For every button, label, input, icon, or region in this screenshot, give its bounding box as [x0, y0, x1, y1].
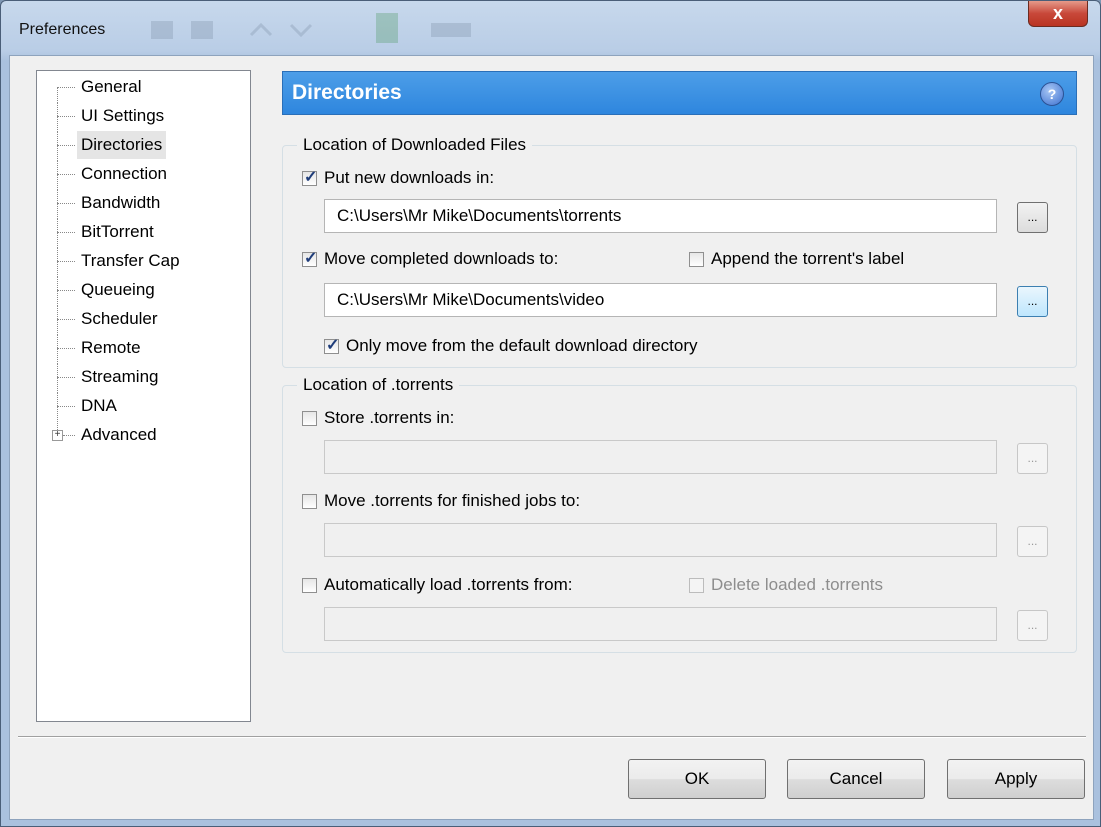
- browse-button[interactable]: ...: [1017, 610, 1048, 641]
- close-icon: x: [1052, 3, 1063, 23]
- checkbox-box[interactable]: [689, 577, 704, 593]
- settings-tree[interactable]: General UI Settings Directories Connecti…: [36, 70, 251, 722]
- tree-item-label: Remote: [81, 338, 141, 357]
- checkbox-label: Automatically load .torrents from:: [324, 575, 573, 594]
- footer-divider: [18, 736, 1086, 738]
- checkbox-box[interactable]: [324, 335, 339, 355]
- tree-item-label: Connection: [81, 164, 168, 183]
- browse-button[interactable]: ...: [1017, 443, 1048, 474]
- dialog-body: General UI Settings Directories Connecti…: [9, 55, 1094, 820]
- checkbox-label: Put new downloads in:: [324, 168, 495, 187]
- tree-item-label: Transfer Cap: [81, 251, 180, 270]
- checkbox-box[interactable]: [302, 410, 317, 426]
- ok-button[interactable]: OK: [628, 759, 766, 799]
- tree-item-label: UI Settings: [81, 106, 165, 125]
- delete-loaded-torrents-checkbox[interactable]: Delete loaded .torrents: [689, 573, 883, 597]
- tree-item-label: Advanced: [81, 425, 157, 444]
- checkbox-label: Append the torrent's label: [711, 249, 905, 268]
- checkbox-box[interactable]: [302, 577, 317, 593]
- checkbox-box[interactable]: [689, 251, 704, 267]
- cancel-button[interactable]: Cancel: [787, 759, 925, 799]
- tree-item-label: Streaming: [81, 367, 159, 386]
- checkbox-label: Delete loaded .torrents: [711, 575, 883, 594]
- auto-load-torrents-checkbox[interactable]: Automatically load .torrents from:: [302, 573, 572, 597]
- tree-item-label: DNA: [81, 396, 117, 415]
- browse-button[interactable]: ...: [1017, 202, 1048, 233]
- only-move-default-checkbox[interactable]: Only move from the default download dire…: [324, 334, 698, 358]
- put-new-downloads-path-field[interactable]: C:\Users\Mr Mike\Documents\torrents: [324, 199, 997, 233]
- group-title: Location of Downloaded Files: [297, 135, 533, 155]
- browse-button[interactable]: ...: [1017, 526, 1048, 557]
- group-title: Location of .torrents: [297, 375, 460, 395]
- tree-item-label: Directories: [77, 131, 167, 159]
- tree-item-label: Bandwidth: [81, 193, 161, 212]
- move-completed-checkbox[interactable]: Move completed downloads to:: [302, 247, 558, 271]
- window-title: Preferences: [19, 21, 106, 38]
- move-completed-path-field[interactable]: C:\Users\Mr Mike\Documents\video: [324, 283, 997, 317]
- store-torrents-path-field[interactable]: [324, 440, 997, 474]
- preferences-window: Preferences x General UI Settings Direct…: [0, 0, 1101, 827]
- background-toolbar-icons: [151, 13, 471, 43]
- apply-button[interactable]: Apply: [947, 759, 1085, 799]
- checkbox-label: Move completed downloads to:: [324, 249, 559, 268]
- tree-item-label: BitTorrent: [81, 222, 154, 241]
- checkbox-label: Store .torrents in:: [324, 408, 455, 427]
- page-title: Directories: [292, 81, 402, 104]
- close-button[interactable]: x: [1028, 1, 1088, 27]
- title-bar[interactable]: Preferences x: [1, 1, 1100, 61]
- checkbox-box[interactable]: [302, 493, 317, 509]
- auto-load-path-field[interactable]: [324, 607, 997, 641]
- checkbox-label: Move .torrents for finished jobs to:: [324, 491, 581, 510]
- help-icon[interactable]: ?: [1040, 82, 1064, 106]
- tree-item-label: Scheduler: [81, 309, 158, 328]
- browse-button[interactable]: ...: [1017, 286, 1048, 317]
- append-label-checkbox[interactable]: Append the torrent's label: [689, 247, 904, 271]
- checkbox-box[interactable]: [302, 248, 317, 268]
- store-torrents-checkbox[interactable]: Store .torrents in:: [302, 406, 454, 430]
- move-torrents-finished-checkbox[interactable]: Move .torrents for finished jobs to:: [302, 489, 580, 513]
- put-new-downloads-checkbox[interactable]: Put new downloads in:: [302, 166, 494, 190]
- move-torrents-path-field[interactable]: [324, 523, 997, 557]
- page-title-bar: Directories ?: [282, 71, 1077, 115]
- checkbox-label: Only move from the default download dire…: [346, 336, 698, 355]
- checkbox-box[interactable]: [302, 167, 317, 187]
- expand-plus-icon[interactable]: +: [52, 430, 63, 441]
- tree-item-label: General: [81, 77, 142, 96]
- tree-item-label: Queueing: [81, 280, 155, 299]
